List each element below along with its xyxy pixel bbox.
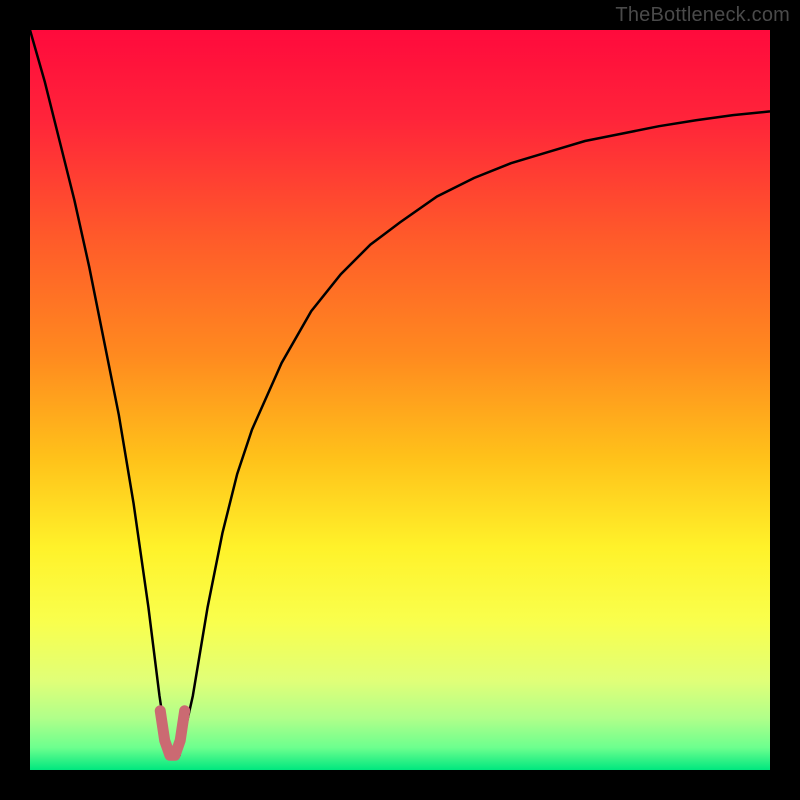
bottleneck-chart (0, 0, 800, 800)
plot-background (30, 30, 770, 770)
chart-canvas: TheBottleneck.com (0, 0, 800, 800)
watermark-text: TheBottleneck.com (615, 4, 790, 27)
